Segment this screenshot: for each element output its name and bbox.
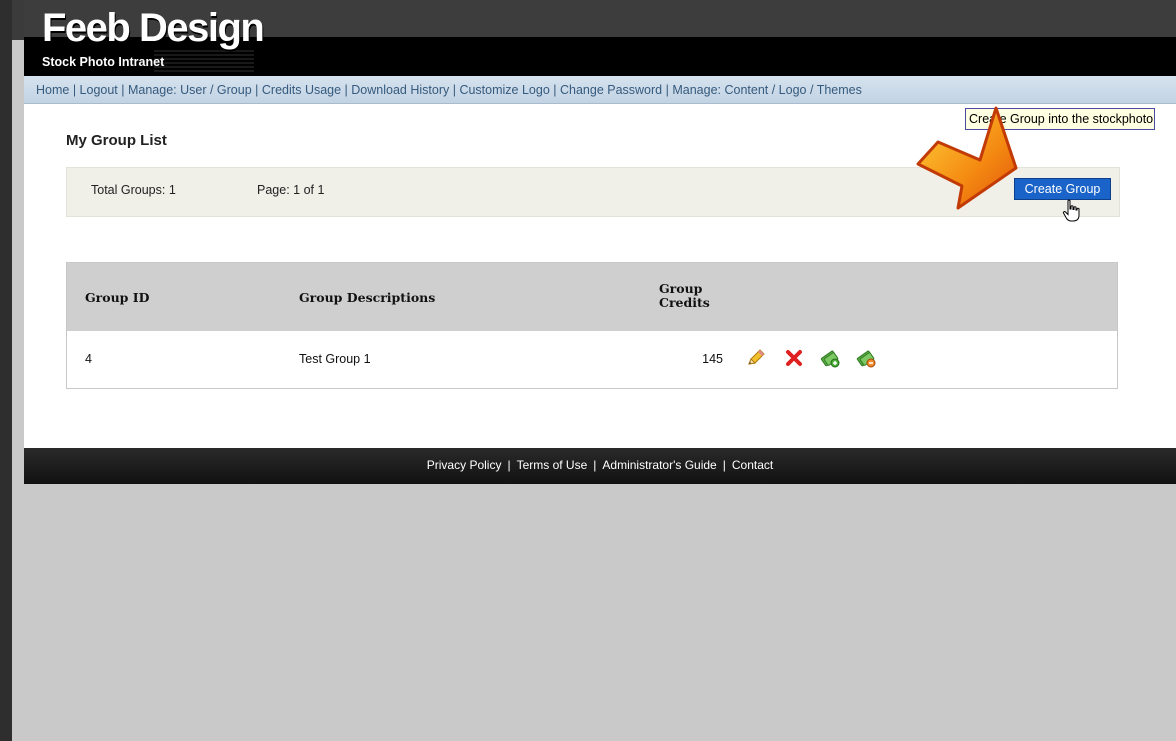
add-credits-icon[interactable] xyxy=(819,347,841,369)
nav-themes[interactable]: Themes xyxy=(817,83,862,97)
nav-group[interactable]: Group xyxy=(217,83,252,97)
hand-cursor-icon xyxy=(1062,199,1080,222)
site-footer: Privacy Policy | Terms of Use | Administrato… xyxy=(24,448,1176,484)
nav-customize-logo[interactable]: Customize Logo xyxy=(459,83,549,97)
footer-contact[interactable]: Contact xyxy=(732,458,773,472)
column-header-group-id[interactable]: Group ID xyxy=(85,291,149,305)
site-logo-subtitle: Stock Photo Intranet xyxy=(42,55,165,69)
top-nav: Home | Logout | Manage: User / Group | C… xyxy=(24,76,1176,104)
column-header-credits-line2: Credits xyxy=(659,295,710,310)
footer-admin-guide[interactable]: Administrator's Guide xyxy=(602,458,716,472)
nav-separator: | xyxy=(341,83,352,97)
page-title: My Group List xyxy=(66,132,167,149)
page-indicator: Page: 1 of 1 xyxy=(257,183,325,197)
delete-icon[interactable] xyxy=(783,347,805,369)
nav-separator: | xyxy=(449,83,460,97)
nav-manage-user[interactable]: Manage: User xyxy=(128,83,207,97)
nav-logo[interactable]: Logo xyxy=(779,83,807,97)
cell-group-id: 4 xyxy=(85,352,92,366)
nav-separator: / xyxy=(806,83,817,97)
nav-separator: | xyxy=(117,83,128,97)
cell-group-description: Test Group 1 xyxy=(299,352,371,366)
site-header: Feeb Design Stock Photo Intranet xyxy=(24,0,1176,76)
column-header-group-descriptions[interactable]: Group Descriptions xyxy=(299,291,435,305)
footer-separator: | xyxy=(722,458,726,472)
total-groups-count: Total Groups: 1 xyxy=(91,183,176,197)
column-header-credits-line1: Group xyxy=(659,281,703,296)
nav-home[interactable]: Home xyxy=(36,83,69,97)
nav-credits-usage[interactable]: Credits Usage xyxy=(262,83,341,97)
annotation-arrow-icon xyxy=(916,106,1018,210)
footer-separator: | xyxy=(507,458,511,472)
nav-download-history[interactable]: Download History xyxy=(351,83,449,97)
nav-separator: | xyxy=(662,83,673,97)
nav-separator: / xyxy=(768,83,779,97)
nav-separator: | xyxy=(251,83,262,97)
nav-change-password[interactable]: Change Password xyxy=(560,83,662,97)
nav-separator: | xyxy=(549,83,560,97)
group-table: Group ID Group Descriptions Group Credit… xyxy=(66,262,1118,389)
nav-logout[interactable]: Logout xyxy=(80,83,118,97)
create-group-button[interactable]: Create Group xyxy=(1014,178,1111,200)
cell-group-credits: 145 xyxy=(702,352,723,366)
site-logo-title[interactable]: Feeb Design xyxy=(42,6,265,50)
nav-separator: / xyxy=(206,83,217,97)
nav-manage-content[interactable]: Manage: Content xyxy=(672,83,768,97)
footer-separator: | xyxy=(593,458,597,472)
logo-reflection xyxy=(154,50,254,72)
edit-icon[interactable] xyxy=(745,347,767,369)
footer-terms-of-use[interactable]: Terms of Use xyxy=(517,458,588,472)
table-header-row xyxy=(67,263,1117,331)
nav-separator: | xyxy=(69,83,80,97)
column-header-group-credits[interactable]: Group Credits xyxy=(659,282,739,310)
footer-privacy-policy[interactable]: Privacy Policy xyxy=(427,458,502,472)
window-frame xyxy=(0,0,12,741)
remove-credits-icon[interactable] xyxy=(855,347,877,369)
